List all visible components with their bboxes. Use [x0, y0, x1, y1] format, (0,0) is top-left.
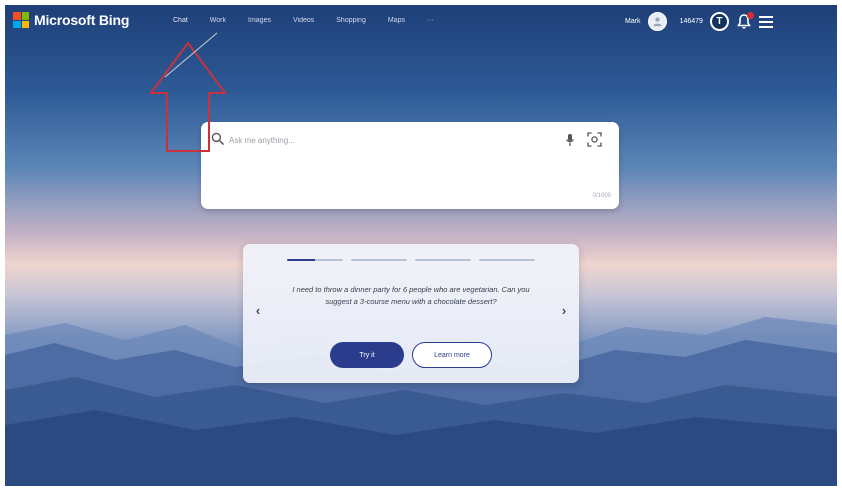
mic-icon[interactable] [565, 133, 575, 147]
nav-item-images[interactable]: Images [248, 17, 271, 24]
carousel-indicator-1[interactable] [287, 259, 343, 261]
nav-item-more[interactable]: ··· [427, 17, 434, 24]
character-count: 0/1000 [592, 193, 611, 199]
avatar-silhouette [652, 17, 662, 27]
logo-square-yellow [21, 20, 29, 28]
top-navigation-bar: Microsoft Bing Chat Work Images Videos S… [5, 5, 837, 39]
learn-more-button[interactable]: Learn more [412, 342, 492, 368]
carousel-prev-button[interactable]: ‹ [251, 302, 265, 318]
try-it-button[interactable]: Try it [330, 342, 404, 368]
prompt-text: I need to throw a dinner party for 6 peo… [292, 285, 530, 306]
hamburger-menu-icon[interactable] [758, 15, 773, 28]
main-nav: Chat Work Images Videos Shopping Maps ··… [173, 17, 434, 24]
chat-search-box: 0/1000 [201, 122, 619, 209]
visual-search-icon[interactable] [587, 132, 602, 147]
carousel-indicators [287, 259, 535, 261]
user-area: Mark 146479 T [625, 11, 773, 31]
notification-bell-icon[interactable] [736, 11, 754, 31]
rewards-points[interactable]: 146479 [680, 18, 703, 25]
carousel-indicator-3[interactable] [415, 259, 471, 261]
browser-viewport: Microsoft Bing Chat Work Images Videos S… [5, 5, 837, 486]
menu-bar [758, 25, 773, 28]
user-name[interactable]: Mark [625, 18, 641, 25]
avatar-icon[interactable] [647, 12, 667, 31]
bing-logo[interactable]: Microsoft Bing [13, 12, 129, 28]
prompt-suggestion-card: ‹ I need to throw a dinner party for 6 p… [243, 244, 579, 383]
nav-item-videos[interactable]: Videos [293, 17, 314, 24]
carousel-indicator-2[interactable] [351, 259, 407, 261]
search-input[interactable] [229, 132, 559, 148]
brand-name: Microsoft Bing [34, 12, 130, 28]
nav-item-shopping[interactable]: Shopping [336, 17, 366, 24]
search-icon [211, 132, 224, 145]
logo-square-green [21, 12, 29, 20]
nav-item-chat[interactable]: Chat [173, 17, 188, 24]
microsoft-logo-icon [13, 12, 29, 28]
nav-item-work[interactable]: Work [210, 17, 226, 24]
menu-bar [758, 20, 773, 23]
logo-square-red [13, 12, 21, 20]
rewards-icon[interactable]: T [709, 12, 729, 31]
prompt-actions: Try it Learn more [330, 342, 492, 368]
menu-bar [758, 15, 773, 18]
notification-badge [746, 11, 754, 19]
carousel-next-button[interactable]: › [557, 302, 571, 318]
carousel-indicator-4[interactable] [479, 259, 535, 261]
nav-item-maps[interactable]: Maps [388, 17, 405, 24]
logo-square-blue [13, 20, 21, 28]
